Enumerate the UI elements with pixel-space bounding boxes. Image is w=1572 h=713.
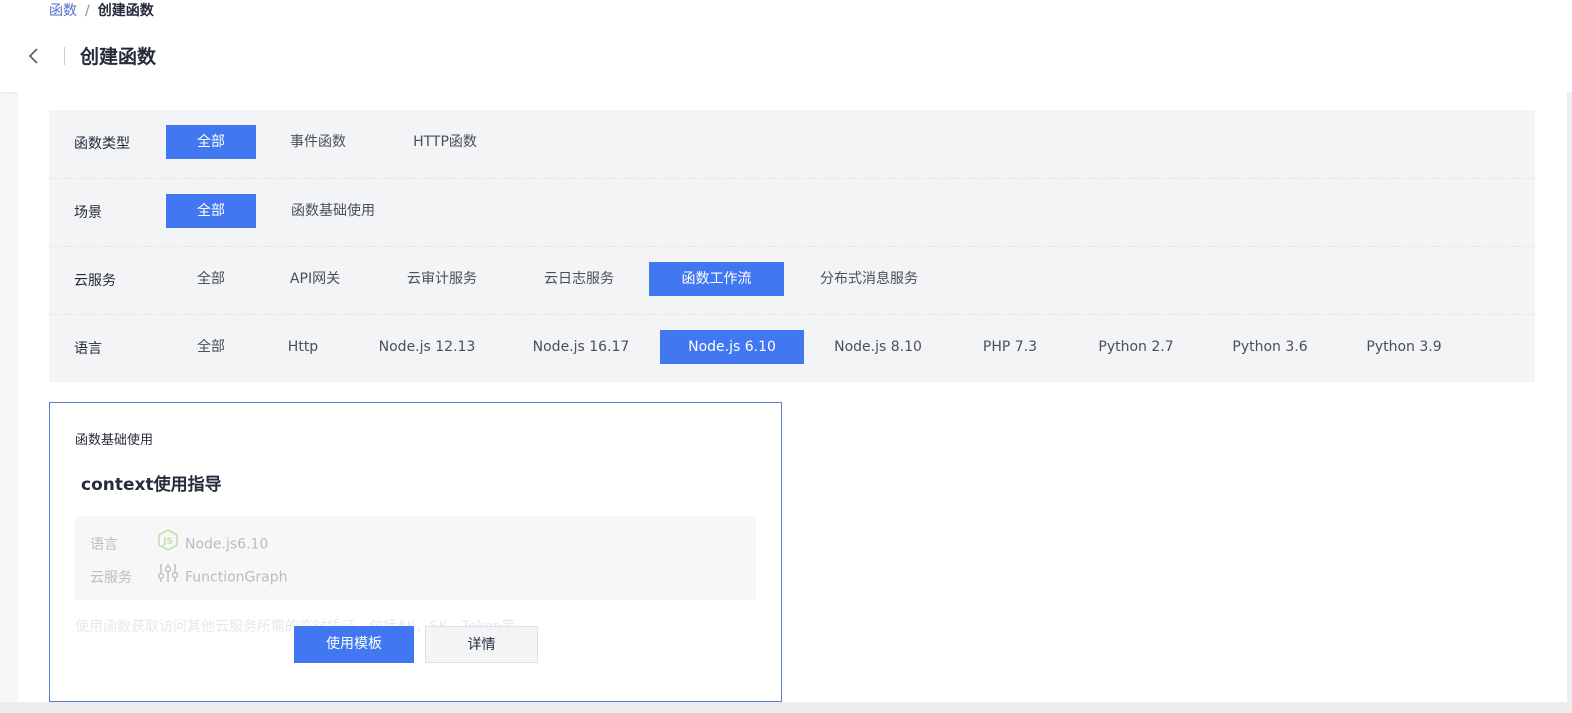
nodejs-icon: JS [156, 528, 180, 561]
page-title: 创建函数 [80, 46, 157, 68]
filter-row-function-type: 函数类型 全部 事件函数 HTTP函数 [49, 110, 1535, 178]
functiongraph-icon [156, 561, 180, 594]
card-language-label: 语言 [90, 536, 118, 553]
option-service-dms[interactable]: 分布式消息服务 [800, 262, 938, 296]
option-language-php-7-3[interactable]: PHP 7.3 [963, 330, 1057, 364]
option-function-type-event[interactable]: 事件函数 [270, 125, 366, 159]
option-language-nodejs-12-13[interactable]: Node.js 12.13 [362, 330, 492, 364]
filter-label-scene: 场景 [74, 205, 102, 221]
filter-label-cloud-service: 云服务 [74, 273, 116, 289]
option-language-nodejs-8-10[interactable]: Node.js 8.10 [819, 330, 937, 364]
filter-row-cloud-service: 云服务 全部 API网关 云审计服务 云日志服务 函数工作流 分布式消息服务 [49, 246, 1535, 315]
breadcrumb: 函数 / 创建函数 [49, 2, 154, 20]
option-language-all[interactable]: 全部 [166, 330, 256, 364]
filter-label-language: 语言 [74, 341, 102, 357]
filter-panel: 函数类型 全部 事件函数 HTTP函数 场景 全部 函数基础使用 云服务 全部 … [49, 110, 1535, 382]
option-function-type-http[interactable]: HTTP函数 [394, 125, 496, 159]
filter-label-function-type: 函数类型 [74, 136, 130, 152]
card-language-row: 语言 JS Node.js6.10 [90, 528, 268, 554]
page-header: 函数 / 创建函数 创建函数 [0, 0, 1572, 92]
card-info-panel: 语言 JS Node.js6.10 云服务 FunctionGraph [75, 516, 756, 600]
option-service-log-tank[interactable]: 云日志服务 [525, 262, 633, 296]
option-language-python-3-9[interactable]: Python 3.9 [1352, 330, 1456, 364]
option-language-http[interactable]: Http [272, 330, 334, 364]
use-template-button[interactable]: 使用模板 [294, 626, 414, 663]
back-arrow-icon[interactable] [22, 44, 46, 68]
card-category: 函数基础使用 [75, 433, 154, 448]
svg-text:JS: JS [162, 537, 173, 547]
option-language-nodejs-6-10[interactable]: Node.js 6.10 [660, 330, 804, 364]
title-divider [64, 47, 65, 65]
option-scene-basic-usage[interactable]: 函数基础使用 [270, 194, 396, 228]
card-language-value: Node.js6.10 [185, 536, 269, 553]
breadcrumb-link-functions[interactable]: 函数 [49, 3, 77, 19]
option-service-functiongraph[interactable]: 函数工作流 [649, 262, 784, 296]
filter-row-language: 语言 全部 Http Node.js 12.13 Node.js 16.17 N… [49, 314, 1535, 383]
details-button[interactable]: 详情 [425, 626, 538, 663]
card-service-row: 云服务 FunctionGraph [90, 561, 288, 587]
option-language-python-2-7[interactable]: Python 2.7 [1084, 330, 1188, 364]
card-title: context使用指导 [81, 475, 222, 495]
card-service-value: FunctionGraph [185, 569, 288, 586]
card-service-label: 云服务 [90, 569, 132, 586]
breadcrumb-current: 创建函数 [97, 3, 154, 19]
card-description: 使用函数获取访问其他云服务所需的临时凭证，包括AK、SK、Token等。 [75, 616, 756, 636]
vertical-scrollbar[interactable] [1567, 92, 1572, 702]
bottom-bar [0, 702, 1572, 713]
breadcrumb-separator: / [85, 3, 90, 19]
option-scene-all[interactable]: 全部 [166, 194, 256, 228]
option-service-all[interactable]: 全部 [166, 262, 256, 296]
option-language-nodejs-16-17[interactable]: Node.js 16.17 [518, 330, 644, 364]
option-language-python-3-6[interactable]: Python 3.6 [1218, 330, 1322, 364]
option-service-api-gateway[interactable]: API网关 [270, 262, 360, 296]
option-function-type-all[interactable]: 全部 [166, 125, 256, 159]
option-service-cloud-trace[interactable]: 云审计服务 [388, 262, 496, 296]
template-card[interactable]: 函数基础使用 context使用指导 语言 JS Node.js6.10 云服务 Fu… [49, 402, 782, 702]
filter-row-scene: 场景 全部 函数基础使用 [49, 178, 1535, 247]
